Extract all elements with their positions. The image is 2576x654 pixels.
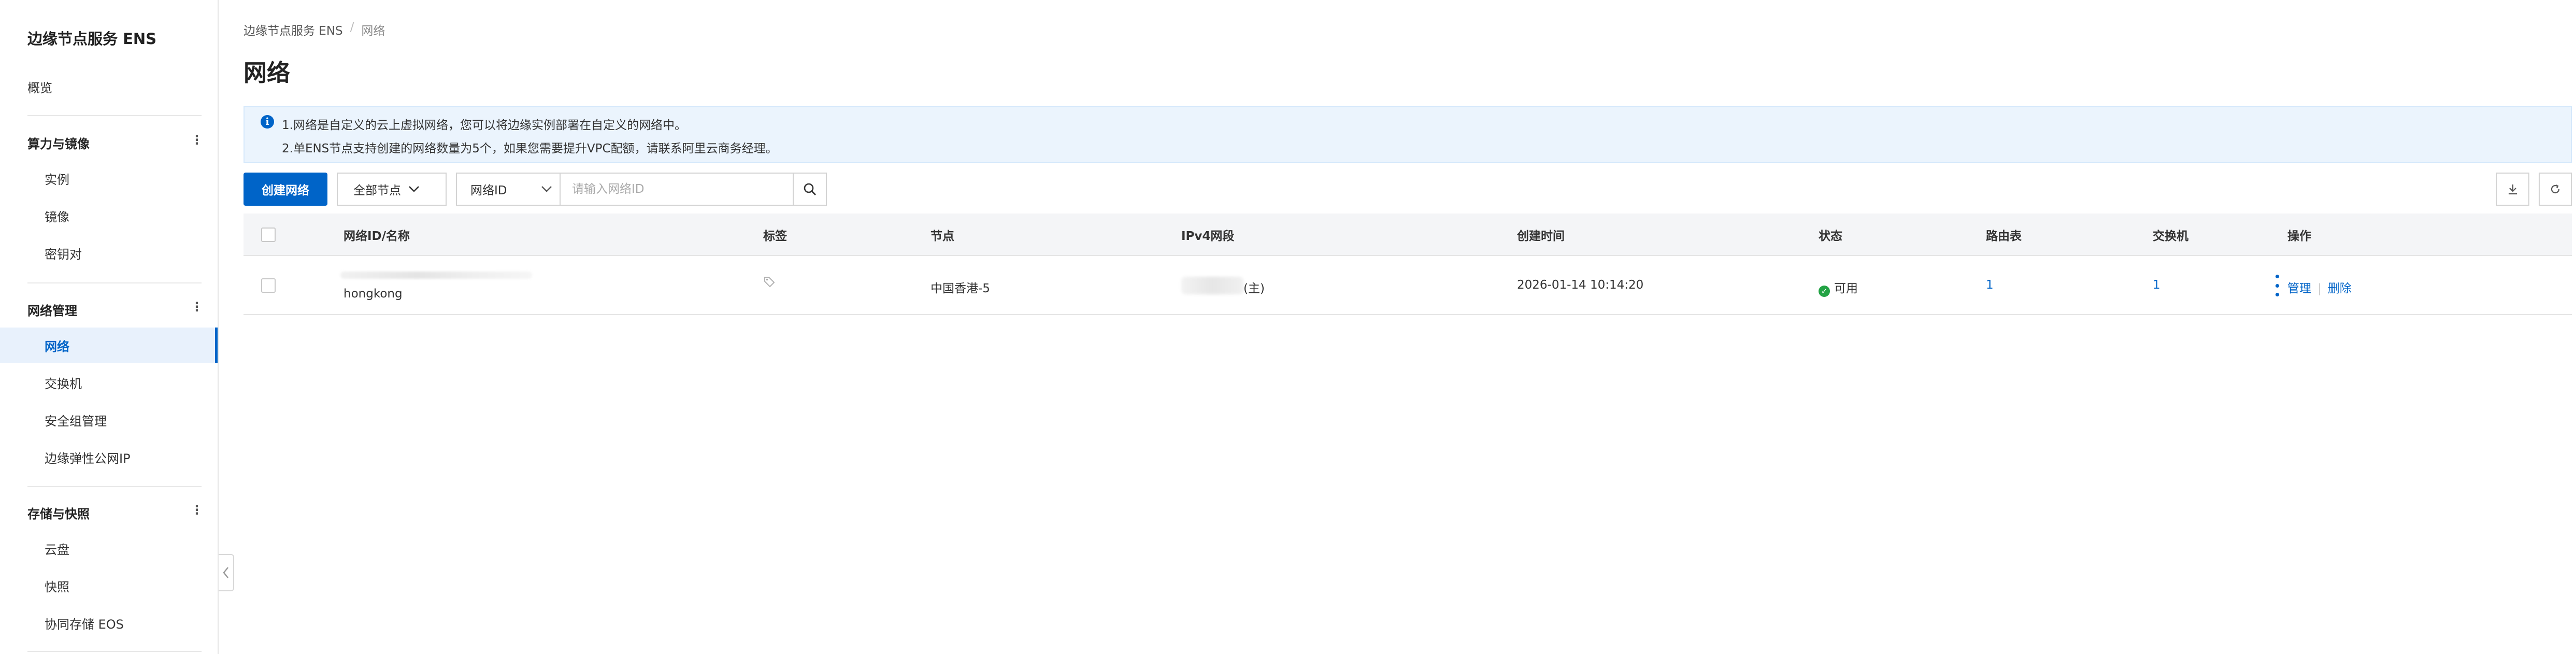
column-header-switches: 交换机 bbox=[2153, 230, 2188, 243]
sidebar-divider bbox=[27, 115, 202, 116]
sidebar-divider bbox=[27, 486, 202, 487]
manage-link[interactable]: 管理 bbox=[2287, 282, 2311, 295]
select-all-checkbox[interactable] bbox=[261, 228, 276, 242]
breadcrumb-root[interactable]: 边缘节点服务 ENS bbox=[244, 21, 343, 38]
delete-link[interactable]: 删除 bbox=[2328, 282, 2352, 295]
breadcrumb-separator: / bbox=[350, 21, 354, 34]
sidebar-group-network[interactable]: 网络管理 bbox=[27, 301, 77, 319]
table-header: 网络ID/名称 标签 节点 IPv4网段 创建时间 状态 路由表 交换机 操作 bbox=[244, 214, 2572, 256]
refresh-icon bbox=[2551, 184, 2560, 194]
sidebar-divider bbox=[27, 282, 202, 283]
table-row: hongkong 中国香港-5 (主) 2026-01-14 10:14:20 … bbox=[244, 256, 2572, 315]
sidebar-item-eos[interactable]: 协同存储 EOS bbox=[0, 605, 218, 641]
sidebar-item-network[interactable]: 网络 bbox=[0, 328, 218, 363]
check-circle-icon: ✓ bbox=[1819, 286, 1830, 297]
sidebar: 边缘节点服务 ENS 概览 算力与镜像 ⋮ 实例 镜像 密钥对 网络管理 ⋮ 网… bbox=[0, 0, 219, 654]
column-header-node: 节点 bbox=[931, 230, 954, 243]
sidebar-item-eip[interactable]: 边缘弹性公网IP bbox=[0, 439, 218, 475]
search-field-select[interactable]: 网络ID bbox=[456, 173, 561, 206]
column-header-ipv4: IPv4网段 bbox=[1181, 230, 1235, 243]
sidebar-item-instance[interactable]: 实例 bbox=[0, 161, 218, 196]
created-time: 2026-01-14 10:14:20 bbox=[1517, 278, 1644, 292]
column-header-created: 创建时间 bbox=[1517, 230, 1565, 243]
sidebar-item-switch[interactable]: 交换机 bbox=[0, 365, 218, 400]
sidebar-collapse-handle[interactable] bbox=[219, 554, 234, 591]
breadcrumb-current: 网络 bbox=[361, 24, 385, 38]
sidebar-item-disk[interactable]: 云盘 bbox=[0, 531, 218, 566]
sidebar-item-image[interactable]: 镜像 bbox=[0, 198, 218, 233]
more-actions-icon[interactable] bbox=[2274, 275, 2280, 296]
breadcrumb: 边缘节点服务 ENS / 网络 bbox=[244, 21, 385, 38]
sidebar-group-storage[interactable]: 存储与快照 bbox=[27, 504, 90, 522]
notice-banner: i 1.网络是自定义的云上虚拟网络，您可以将边缘实例部署在自定义的网络中。 2.… bbox=[244, 106, 2572, 163]
more-icon[interactable]: ⋮ bbox=[191, 133, 203, 147]
switch-count-link[interactable]: 1 bbox=[2153, 278, 2160, 292]
node-filter-dropdown[interactable]: 全部节点 bbox=[337, 173, 447, 206]
notice-line-1: 1.网络是自定义的云上虚拟网络，您可以将边缘实例部署在自定义的网络中。 bbox=[282, 119, 686, 132]
search-button[interactable] bbox=[794, 173, 827, 206]
row-checkbox[interactable] bbox=[261, 278, 276, 293]
column-header-status: 状态 bbox=[1819, 230, 1842, 243]
tag-icon[interactable] bbox=[763, 276, 776, 291]
sidebar-group-compute[interactable]: 算力与镜像 bbox=[27, 134, 90, 152]
network-name: hongkong bbox=[344, 287, 403, 301]
search-icon bbox=[804, 183, 816, 195]
download-button[interactable] bbox=[2496, 173, 2529, 206]
node-value: 中国香港-5 bbox=[931, 282, 990, 295]
more-icon[interactable]: ⋮ bbox=[191, 503, 203, 517]
chevron-down-icon bbox=[541, 186, 552, 192]
status-badge: ✓ 可用 bbox=[1819, 278, 1858, 297]
network-id-redacted[interactable] bbox=[340, 272, 532, 279]
create-network-button[interactable]: 创建网络 bbox=[244, 173, 327, 206]
sidebar-item-snapshot[interactable]: 快照 bbox=[0, 568, 218, 603]
node-filter-value: 全部节点 bbox=[353, 184, 401, 197]
status-text: 可用 bbox=[1834, 282, 1858, 295]
more-icon[interactable]: ⋮ bbox=[191, 300, 203, 314]
search-field-value: 网络ID bbox=[470, 184, 507, 197]
column-header-route-tables: 路由表 bbox=[1986, 230, 2022, 243]
action-separator: | bbox=[2317, 282, 2322, 295]
sidebar-item-security-group[interactable]: 安全组管理 bbox=[0, 402, 218, 437]
sidebar-item-keypair[interactable]: 密钥对 bbox=[0, 235, 218, 271]
sidebar-title: 边缘节点服务 ENS bbox=[27, 30, 157, 48]
refresh-button[interactable] bbox=[2539, 173, 2572, 206]
ipv4-primary-suffix: (主) bbox=[1243, 282, 1265, 295]
main-content: 边缘节点服务 ENS / 网络 网络 i 1.网络是自定义的云上虚拟网络，您可以… bbox=[244, 0, 2572, 654]
toolbar: 创建网络 全部节点 网络ID bbox=[244, 173, 2572, 206]
notice-line-2: 2.单ENS节点支持创建的网络数量为5个，如果您需要提升VPC配额，请联系阿里云… bbox=[282, 142, 778, 155]
chevron-left-icon bbox=[223, 567, 228, 578]
download-icon bbox=[2509, 184, 2517, 195]
page-title: 网络 bbox=[244, 59, 291, 87]
column-header-id-name: 网络ID/名称 bbox=[344, 230, 410, 243]
chevron-down-icon bbox=[409, 186, 419, 192]
info-icon: i bbox=[261, 115, 274, 129]
ipv4-redacted bbox=[1181, 277, 1243, 294]
sidebar-divider bbox=[27, 651, 202, 652]
search-input[interactable] bbox=[561, 173, 794, 206]
row-actions: 管理 | 删除 bbox=[2287, 278, 2352, 296]
column-header-actions: 操作 bbox=[2287, 230, 2311, 243]
column-header-tags: 标签 bbox=[763, 230, 787, 243]
sidebar-item-overview[interactable]: 概览 bbox=[27, 78, 52, 96]
route-table-count-link[interactable]: 1 bbox=[1986, 278, 1994, 292]
